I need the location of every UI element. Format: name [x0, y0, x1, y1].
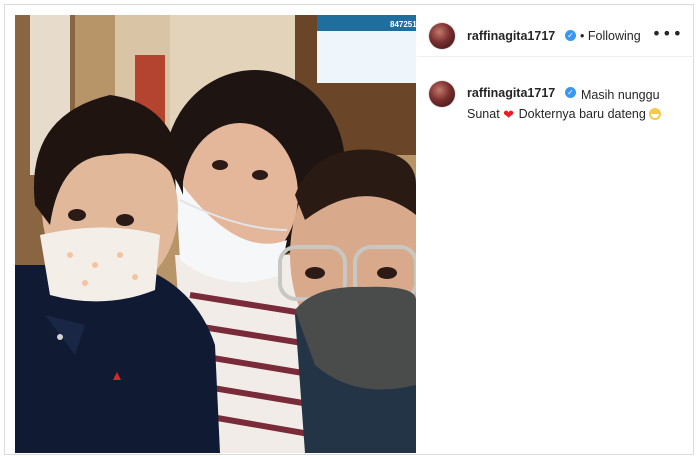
follow-status[interactable]: • Following: [580, 29, 641, 43]
red-heart-icon: ❤: [503, 108, 515, 123]
more-options-icon[interactable]: •••: [652, 24, 683, 43]
following-button[interactable]: Following: [588, 29, 641, 43]
post-photo[interactable]: 847251: [15, 15, 416, 453]
post-frame: 847251 raffinagita1717 ✓ • Following •••…: [4, 4, 695, 455]
post-header: raffinagita1717 ✓ • Following •••: [417, 15, 695, 57]
header-username-link[interactable]: raffinagita1717: [467, 29, 555, 43]
photo-scene: 847251: [15, 15, 416, 453]
post-sidebar: raffinagita1717 ✓ • Following ••• raffin…: [417, 15, 695, 453]
caption-line-2a: Sunat: [467, 107, 500, 121]
screen-number-text: 847251: [390, 20, 416, 29]
caption-line-1: Masih nunggu: [581, 88, 660, 102]
caption-line-2b: Dokternya baru dateng: [518, 107, 646, 121]
caption-text: Masih nunggu Sunat ❤ Dokternya baru date…: [467, 86, 687, 124]
follow-separator: •: [580, 29, 585, 43]
smiling-face-with-mask-icon: [649, 108, 662, 120]
verified-badge-icon: ✓: [565, 30, 576, 41]
profile-avatar[interactable]: [429, 23, 455, 49]
caption-avatar[interactable]: [429, 81, 455, 107]
